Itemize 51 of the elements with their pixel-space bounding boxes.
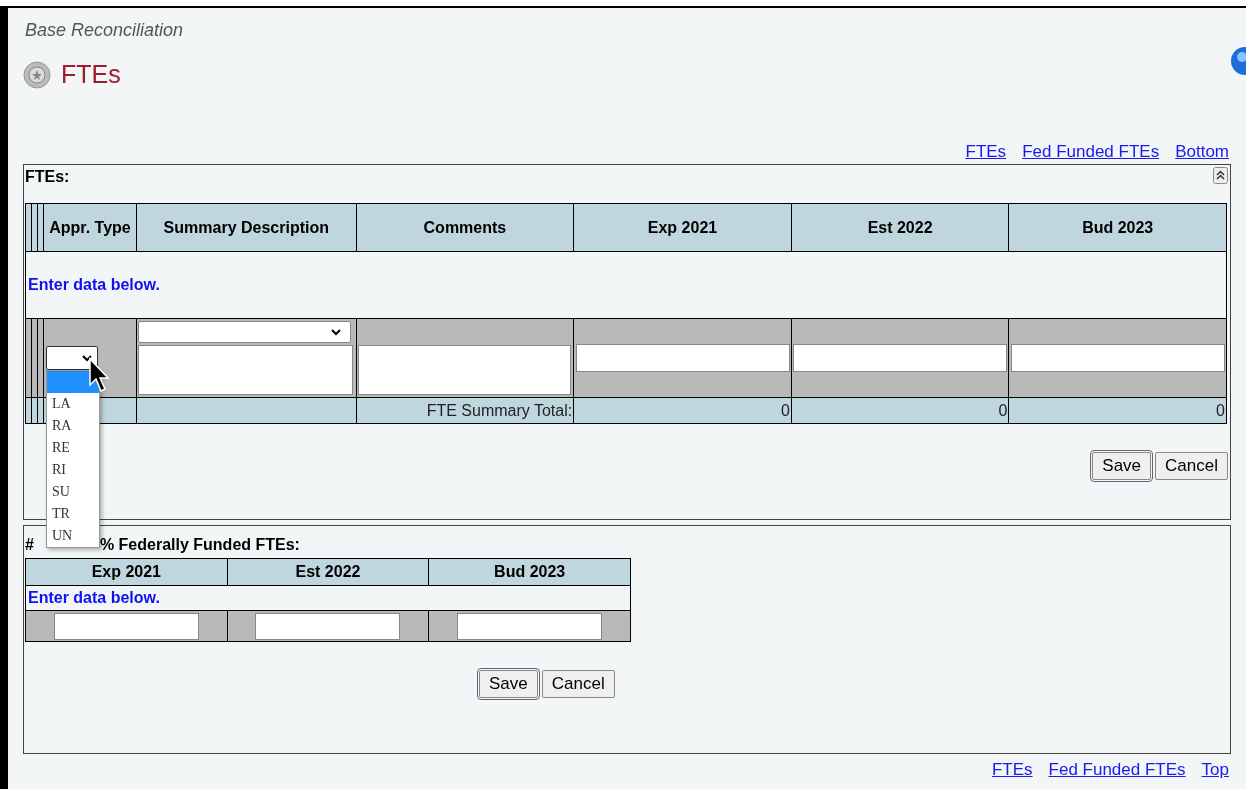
amount-input[interactable] xyxy=(255,612,401,640)
panel-title: % Federally Funded FTEs: xyxy=(99,536,300,554)
amount-input[interactable] xyxy=(575,344,790,372)
total-value: 0 xyxy=(1008,397,1227,424)
total-label: FTE Summary Total: xyxy=(356,397,574,424)
seal-icon xyxy=(23,60,51,89)
dropdown-option[interactable]: LA xyxy=(47,393,99,415)
column-header: Bud 2023 xyxy=(428,558,631,586)
nav-link[interactable]: FTEs xyxy=(991,760,1033,780)
nav-link[interactable]: Fed Funded FTEs xyxy=(1048,760,1186,780)
dropdown-option[interactable]: UN xyxy=(47,525,99,547)
comments-input[interactable] xyxy=(357,345,571,395)
appr-type-select[interactable] xyxy=(46,346,98,370)
breadcrumb-title: Base Reconciliation xyxy=(25,20,185,41)
hint-text: Enter data below. xyxy=(27,589,161,606)
chevron-icon xyxy=(81,354,93,362)
hint-text: Enter data below. xyxy=(27,276,161,293)
column-header: Exp 2021 xyxy=(573,203,792,252)
panel-title: FTEs: xyxy=(24,167,71,187)
nav-link[interactable]: FTEs xyxy=(965,142,1007,162)
dropdown-option[interactable]: SU xyxy=(47,481,99,503)
nav-link[interactable]: Top xyxy=(1201,760,1229,780)
column-header: Bud 2023 xyxy=(1008,203,1227,252)
dropdown-option[interactable]: TR xyxy=(47,503,99,525)
column-header: Exp 2021 xyxy=(25,558,228,586)
dropdown-option[interactable]: RI xyxy=(47,459,99,481)
page-title: FTEs xyxy=(61,60,121,89)
column-header: Summary Description xyxy=(136,203,357,252)
nav-link[interactable]: Fed Funded FTEs xyxy=(1022,142,1160,162)
amount-input[interactable] xyxy=(1010,344,1225,372)
dropdown-option[interactable]: RA xyxy=(47,415,99,437)
cancel-button[interactable]: Cancel xyxy=(1155,452,1228,480)
dropdown-option[interactable]: RE xyxy=(47,437,99,459)
nav-link[interactable]: Bottom xyxy=(1175,142,1229,162)
summary-input[interactable] xyxy=(138,345,353,395)
amount-input[interactable] xyxy=(457,612,603,640)
total-value: 0 xyxy=(573,397,792,424)
column-header: Est 2022 xyxy=(791,203,1009,252)
panel-title: # xyxy=(25,536,34,554)
column-header: Est 2022 xyxy=(227,558,429,586)
cancel-button[interactable]: Cancel xyxy=(541,670,615,698)
collapse-icon[interactable] xyxy=(1213,167,1228,184)
total-value: 0 xyxy=(791,397,1009,424)
column-header: Comments xyxy=(356,203,574,252)
column-header: Appr. Type xyxy=(43,203,137,252)
chevron-icon xyxy=(330,328,342,336)
save-button[interactable]: Save xyxy=(1092,452,1152,480)
save-button[interactable]: Save xyxy=(479,670,538,698)
amount-input[interactable] xyxy=(793,344,1008,372)
amount-input[interactable] xyxy=(53,612,199,640)
summary-select[interactable] xyxy=(138,321,351,343)
